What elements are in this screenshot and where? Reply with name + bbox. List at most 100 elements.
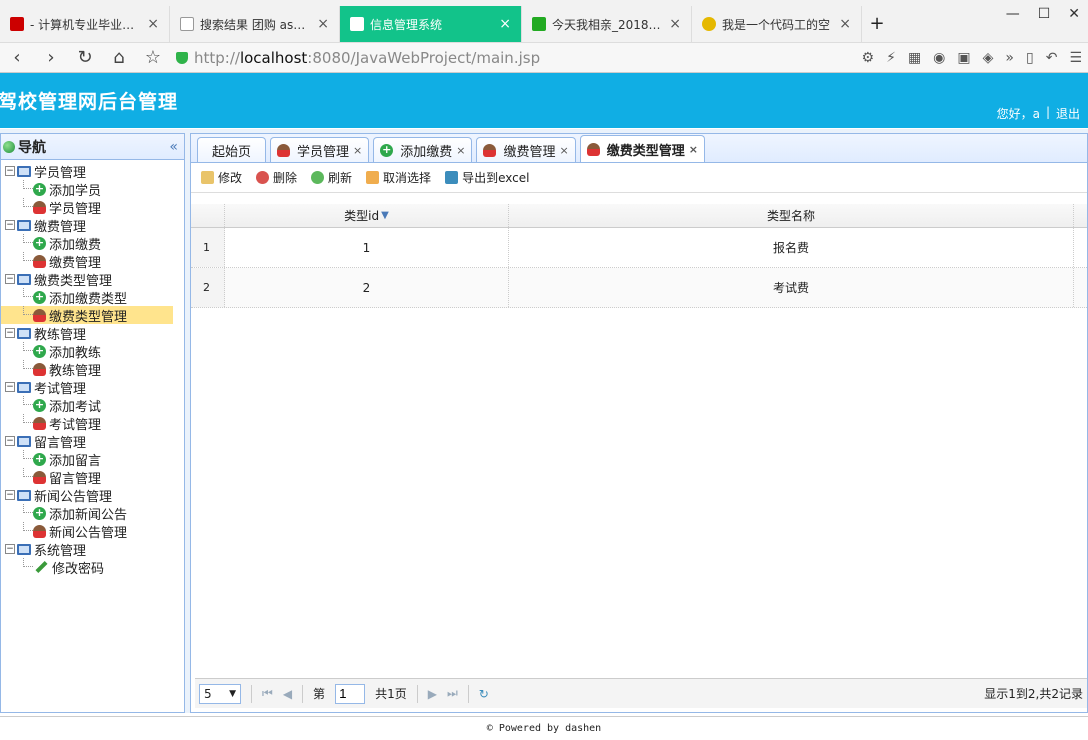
collapse-icon[interactable]: « [169,139,178,155]
tree-item[interactable]: 教练管理 [1,360,184,379]
expand-toggle-icon[interactable]: − [5,220,15,230]
expand-toggle-icon[interactable]: − [5,328,15,338]
cancel-selection-button[interactable]: 取消选择 [366,169,431,186]
tree-item[interactable]: 留言管理 [1,468,184,487]
tree-item[interactable]: 缴费管理 [1,252,184,271]
logout-link[interactable]: 退出 [1056,105,1080,122]
last-page-icon[interactable]: ⏭ [447,686,458,701]
page-size-select[interactable]: 5 ▼ [199,683,241,704]
delete-icon [256,171,270,184]
tree-group[interactable]: − 留言管理 [1,432,184,451]
tab-add-payment[interactable]: + 添加缴费 × [373,137,473,162]
tab-payment-types[interactable]: 缴费类型管理 × [579,135,705,162]
expand-toggle-icon[interactable]: − [5,382,15,392]
tab-payments[interactable]: 缴费管理 × [476,137,576,162]
maximize-icon[interactable]: ☐ [1038,6,1051,22]
tree-item[interactable]: + 添加新闻公告 [1,504,184,523]
col-header-name[interactable]: 类型名称 [509,204,1074,227]
extension-icon[interactable]: ◉ [933,50,945,66]
table-row[interactable]: 2 2 考试费 [191,268,1087,308]
refresh-button[interactable]: 刷新 [311,169,352,186]
col-header-id[interactable]: 类型id ▼ [225,204,509,227]
table-row[interactable]: 1 1 报名费 [191,228,1087,268]
lightning-icon[interactable]: ⚡ [886,50,896,66]
bookmark-star-icon[interactable]: ☆ [142,47,164,68]
browser-tab[interactable]: 我是一个代码工的空 × [692,6,862,42]
tab-home[interactable]: 起始页 [197,137,267,162]
home-icon[interactable]: ⌂ [108,47,130,68]
close-icon[interactable]: × [317,16,329,32]
tree-group[interactable]: − 教练管理 [1,324,184,343]
tree-group[interactable]: − 学员管理 [1,162,184,181]
close-icon[interactable]: × [839,16,851,32]
more-icon[interactable]: » [1005,50,1014,66]
refresh-icon[interactable]: ↻ [479,687,489,701]
undo-icon[interactable]: ↶ [1046,50,1058,66]
close-icon[interactable]: × [456,144,465,157]
footer: © Powered by dashen [0,716,1088,740]
forward-icon[interactable]: › [40,47,62,68]
browser-tab[interactable]: - 计算机专业毕业设计 × [0,6,170,42]
close-icon[interactable]: × [560,144,569,157]
apps-icon[interactable]: ▦ [908,50,921,66]
first-page-icon[interactable]: ⏮ [262,686,273,701]
computer-icon [17,543,31,555]
tree-item-selected[interactable]: 缴费类型管理 [1,306,173,325]
sidebar-header: 导航 « [1,134,184,160]
tree-group[interactable]: − 缴费类型管理 [1,270,184,289]
prev-page-icon[interactable]: ◀ [283,687,292,701]
url-field[interactable]: http://localhost:8080/JavaWebProject/mai… [176,46,676,70]
tree-item[interactable]: 学员管理 [1,198,184,217]
extension-icon[interactable]: ▣ [957,50,970,66]
favicon-icon [532,17,546,31]
export-excel-button[interactable]: 导出到excel [445,169,529,186]
close-icon[interactable]: × [353,144,362,157]
tree-group[interactable]: − 系统管理 [1,540,184,559]
tab-students[interactable]: 学员管理 × [270,137,370,162]
close-icon[interactable]: × [669,16,681,32]
reload-icon[interactable]: ↻ [74,47,96,68]
reader-icon[interactable]: ▯ [1026,50,1034,66]
computer-icon [17,489,31,501]
tree-item[interactable]: + 添加考试 [1,396,184,415]
menu-icon[interactable]: ☰ [1069,50,1082,66]
tree-item[interactable]: 修改密码 [1,558,184,577]
extension-icon[interactable]: ⚙ [862,50,875,66]
expand-toggle-icon[interactable]: − [5,166,15,176]
tree-item[interactable]: 考试管理 [1,414,184,433]
extension-icon[interactable]: ◈ [983,50,994,66]
tree-item[interactable]: + 添加学员 [1,180,184,199]
minimize-icon[interactable]: — [1006,6,1020,22]
tree-group[interactable]: − 新闻公告管理 [1,486,184,505]
tree-item[interactable]: + 添加缴费 [1,234,184,253]
close-window-icon[interactable]: ✕ [1068,6,1080,22]
close-icon[interactable]: × [499,16,511,32]
edit-button[interactable]: 修改 [201,169,242,186]
new-tab-icon[interactable]: + [862,6,892,42]
address-bar: ‹ › ↻ ⌂ ☆ http://localhost:8080/JavaWebP… [0,43,1088,73]
tree-group[interactable]: − 缴费管理 [1,216,184,235]
expand-toggle-icon[interactable]: − [5,274,15,284]
shield-icon [176,51,188,64]
tree-item[interactable]: + 添加教练 [1,342,184,361]
computer-icon [17,273,31,285]
expand-toggle-icon[interactable]: − [5,436,15,446]
close-icon[interactable]: × [689,143,698,156]
browser-tab[interactable]: 今天我相亲_2018072 × [522,6,692,42]
expand-toggle-icon[interactable]: − [5,490,15,500]
next-page-icon[interactable]: ▶ [428,687,437,701]
browser-tab-active[interactable]: 信息管理系统 × [340,6,522,42]
tree-group[interactable]: − 考试管理 [1,378,184,397]
export-icon [445,171,459,184]
tree-item[interactable]: + 添加缴费类型 [1,288,184,307]
page-number-input[interactable] [335,683,366,704]
tree-item[interactable]: + 添加留言 [1,450,184,469]
expand-toggle-icon[interactable]: − [5,544,15,554]
add-icon: + [33,181,46,196]
delete-button[interactable]: 删除 [256,169,297,186]
user-icon [33,470,46,484]
back-icon[interactable]: ‹ [6,47,28,68]
close-icon[interactable]: × [147,16,159,32]
tree-item[interactable]: 新闻公告管理 [1,522,184,541]
browser-tab[interactable]: 搜索结果 团购 asp.ne × [170,6,340,42]
